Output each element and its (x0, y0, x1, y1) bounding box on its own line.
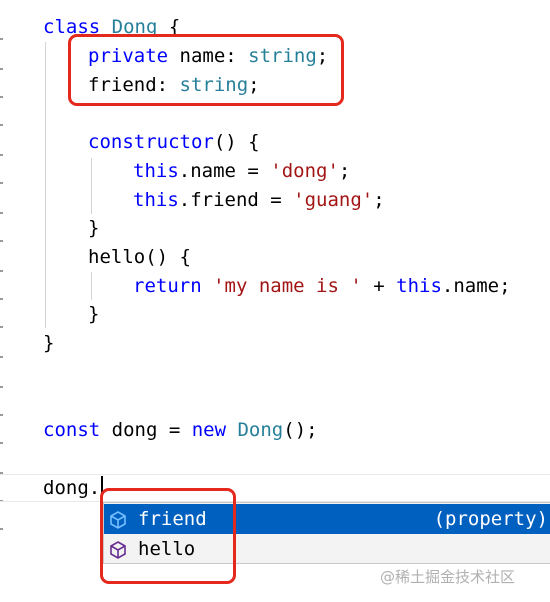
code-line-return: return 'my name is ' + this.name; (133, 275, 511, 297)
gutter-marker (0, 96, 3, 98)
code-line-hello-close: } (88, 303, 100, 325)
code-line-hello: hello() { (88, 246, 191, 268)
code-line-ctor-close: } (88, 217, 100, 239)
code-line-assign-friend: this.friend = 'guang'; (133, 189, 385, 211)
code-line-assign-name: this.name = 'dong'; (133, 160, 351, 182)
gutter-marker (0, 182, 3, 184)
code-line-member-access[interactable]: dong. (43, 474, 100, 502)
gutter-marker (0, 212, 3, 214)
gutter-marker (0, 154, 3, 156)
gutter-marker (0, 356, 3, 358)
gutter-marker (0, 38, 3, 40)
gutter-marker (0, 298, 3, 300)
code-line-constructor: constructor() { (88, 131, 260, 153)
gutter-marker (0, 270, 3, 272)
code-line-class-close: } (43, 332, 55, 354)
gutter-marker (0, 442, 3, 444)
properties-highlight-box (68, 34, 344, 106)
gutter-marker (0, 68, 3, 70)
gutter-marker (0, 414, 3, 416)
indent-guide (91, 158, 92, 214)
watermark: @稀土掘金技术社区 (380, 568, 516, 586)
gutter-marker (0, 240, 3, 242)
code-line-const: const dong = new Dong(); (43, 419, 318, 441)
indent-guide (91, 272, 92, 300)
code-editor[interactable]: class Dong { private name: string; frien… (0, 0, 550, 602)
gutter-marker (0, 326, 3, 328)
gutter-marker (0, 528, 3, 530)
suggest-detail: (property) (433, 508, 548, 530)
gutter-marker (0, 124, 3, 126)
gutter-marker (0, 386, 3, 388)
indent-guide (45, 42, 46, 328)
suggestions-highlight-box (100, 488, 236, 584)
